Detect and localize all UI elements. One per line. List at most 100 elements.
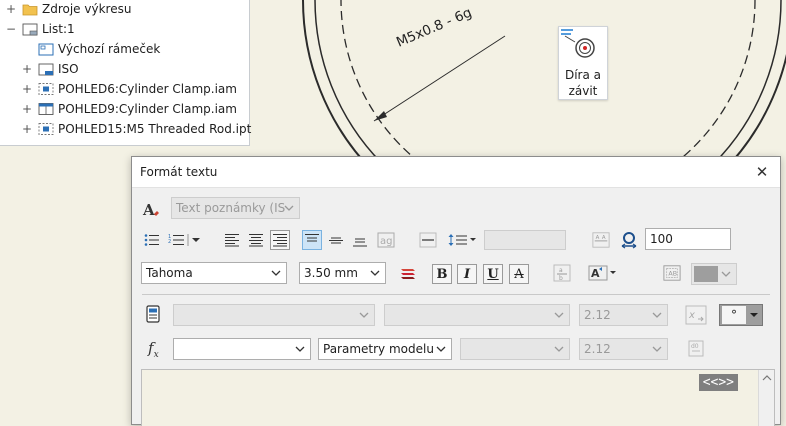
text-case-icon: A <box>588 265 616 281</box>
align-center-button[interactable] <box>246 230 266 250</box>
insert-parameter-icon: d0 <box>688 340 704 357</box>
fraction-icon: a b <box>553 264 571 282</box>
chevron-down-icon <box>721 271 731 277</box>
text-edit-area[interactable]: <<>> <box>141 369 775 426</box>
bullet-list-icon <box>144 234 159 246</box>
autofit-text-button[interactable]: ag <box>376 230 396 250</box>
precision-select-2[interactable]: 2.12 <box>579 338 668 360</box>
chevron-down-icon <box>370 270 380 276</box>
svg-text:b: b <box>559 275 563 282</box>
insert-parameter-button[interactable]: d0 <box>684 337 708 359</box>
svg-text:A: A <box>142 201 155 219</box>
valign-top-button[interactable] <box>302 230 322 250</box>
chevron-down-icon <box>554 346 564 352</box>
folder-icon <box>22 4 38 16</box>
svg-text:A: A <box>596 235 600 241</box>
svg-text:2: 2 <box>168 239 171 245</box>
chevron-down-icon <box>284 205 294 211</box>
tree-item-drawing-resources[interactable]: + Zdroje výkresu <box>6 0 131 19</box>
close-button[interactable]: ✕ <box>750 161 774 183</box>
dialog-title: Formát textu <box>140 165 218 179</box>
expand-toggle[interactable]: + <box>22 62 32 76</box>
stack-text-button[interactable]: AA <box>591 230 611 250</box>
symbol-select[interactable]: ° <box>719 304 763 326</box>
line-spacing-value[interactable] <box>484 230 566 250</box>
precision-select-1[interactable]: 2.12 <box>579 304 668 326</box>
chevron-down-icon <box>359 312 369 318</box>
text-style-select[interactable]: Text poznámky (IS <box>171 197 300 219</box>
expand-toggle[interactable]: + <box>22 82 32 96</box>
hole-thread-tool-button[interactable]: Díra a závit <box>558 26 608 100</box>
chevron-down-icon <box>652 312 662 318</box>
width-scale-icon <box>621 232 637 249</box>
stack-text-icon: AA <box>592 232 610 248</box>
hole-thread-icon <box>561 29 595 58</box>
view-icon <box>38 123 54 135</box>
chevron-up-icon <box>762 375 772 381</box>
text-background-button[interactable]: AB <box>662 263 682 283</box>
text-case-dropdown[interactable]: A <box>587 263 619 283</box>
line-rule-button[interactable] <box>418 230 438 250</box>
align-bottom-icon <box>353 238 367 247</box>
parameter-select[interactable] <box>460 338 570 360</box>
numbered-list-dropdown[interactable]: 12 <box>166 230 208 250</box>
insert-property-button[interactable]: x <box>684 304 708 326</box>
close-icon: ✕ <box>755 163 769 181</box>
align-left-button[interactable] <box>222 230 242 250</box>
parameter-source-select[interactable]: Parametry modelu <box>318 338 452 360</box>
valign-middle-button[interactable] <box>326 230 346 250</box>
fraction-button[interactable]: a b <box>552 263 572 283</box>
tree-item-view6[interactable]: + POHLED6:Cylinder Clamp.iam <box>22 79 237 99</box>
bold-button[interactable]: B <box>432 264 452 284</box>
svg-text:AB: AB <box>668 271 677 278</box>
tree-item-default-border[interactable]: Výchozí rámeček <box>22 39 160 59</box>
align-right-button[interactable] <box>270 230 290 250</box>
italic-icon: I <box>463 266 471 282</box>
underline-button[interactable]: U <box>483 264 503 284</box>
component-select[interactable] <box>173 304 375 326</box>
align-middle-icon <box>329 237 343 244</box>
text-frame-icon: AB <box>663 265 681 281</box>
bulleted-list-button[interactable] <box>142 230 162 250</box>
tree-item-view15[interactable]: + POHLED15:M5 Threaded Rod.ipt <box>22 119 251 139</box>
width-scale-button[interactable] <box>619 230 639 250</box>
expand-toggle[interactable]: + <box>22 122 32 136</box>
tree-item-view9[interactable]: + POHLED9:Cylinder Clamp.iam <box>22 99 237 119</box>
expand-toggle[interactable]: + <box>22 102 32 116</box>
property-token[interactable]: <<>> <box>698 374 738 391</box>
vertical-scrollbar[interactable] <box>758 370 774 426</box>
svg-text:d0: d0 <box>691 343 699 350</box>
format-text-dialog: Formát textu ✕ A Text poznámky (IS 12 ag… <box>131 156 781 426</box>
tree-item-iso[interactable]: + ISO <box>22 59 79 79</box>
color-layers-button[interactable] <box>398 263 418 283</box>
leader-line <box>373 35 506 122</box>
expand-toggle[interactable]: + <box>6 2 16 16</box>
text-size-select[interactable]: 3.50 mm <box>299 262 386 284</box>
svg-text:a: a <box>559 267 563 274</box>
hole-tool-label-1: Díra a <box>564 68 602 82</box>
text-style-icon: A <box>142 201 159 219</box>
dialog-titlebar[interactable]: Formát textu ✕ <box>132 157 780 188</box>
font-select[interactable]: Tahoma <box>141 262 287 284</box>
parameter-part-select[interactable] <box>173 338 311 360</box>
view-icon <box>38 83 54 95</box>
chevron-down-icon <box>750 313 758 317</box>
svg-text:A: A <box>602 235 606 241</box>
tree-item-label: POHLED9:Cylinder Clamp.iam <box>58 102 237 116</box>
tree-item-label: Zdroje výkresu <box>42 2 132 16</box>
collapse-toggle[interactable]: − <box>6 22 16 36</box>
align-right-icon <box>273 234 287 247</box>
tree-item-sheet[interactable]: − List:1 <box>6 19 75 39</box>
valign-bottom-button[interactable] <box>350 230 370 250</box>
italic-button[interactable]: I <box>457 264 477 284</box>
line-spacing-dropdown[interactable] <box>447 230 479 250</box>
leader-arrow <box>374 111 387 121</box>
strikethrough-button[interactable]: A <box>509 264 529 284</box>
text-color-select[interactable] <box>691 263 737 285</box>
tree-item-label: POHLED6:Cylinder Clamp.iam <box>58 82 237 96</box>
stretch-percent-input[interactable]: 100 <box>645 228 731 250</box>
view-icon <box>38 103 54 115</box>
bold-icon: B <box>436 266 448 282</box>
property-select[interactable] <box>384 304 570 326</box>
color-stack-icon <box>401 269 415 279</box>
